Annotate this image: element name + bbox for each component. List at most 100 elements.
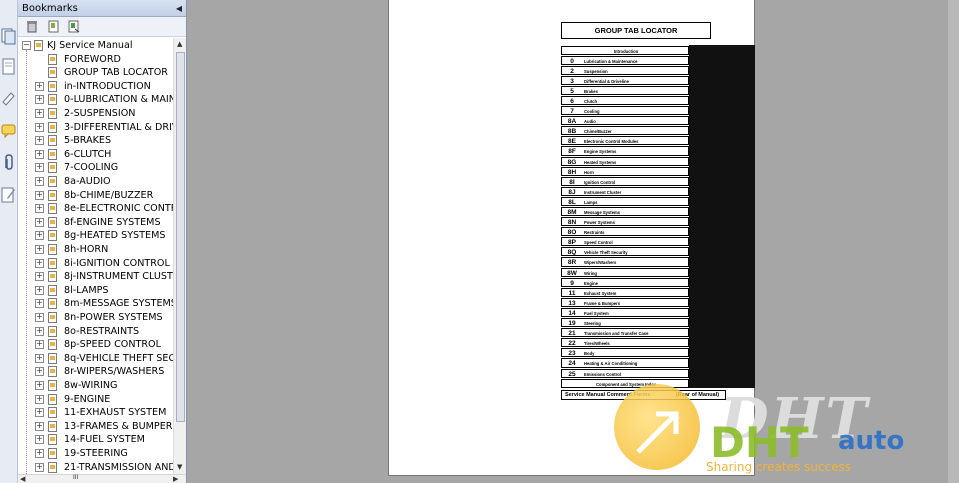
- group-tab-row[interactable]: 5 Brakes: [561, 85, 756, 96]
- expand-node-icon[interactable]: +: [35, 136, 44, 146]
- group-tab-row[interactable]: 25 Emissions Control: [561, 368, 756, 379]
- delete-bookmark-icon[interactable]: [26, 20, 38, 33]
- bookmark-item[interactable]: +8h-HORN: [18, 243, 173, 257]
- expand-node-icon[interactable]: +: [35, 299, 44, 309]
- group-tab-row[interactable]: 8G Heated Systems: [561, 156, 756, 167]
- group-tab-row[interactable]: 19 Steering: [561, 317, 756, 328]
- expand-node-icon[interactable]: +: [35, 367, 44, 377]
- expand-node-icon[interactable]: +: [35, 462, 44, 472]
- group-tab-row[interactable]: 8R Wipers/Washers: [561, 256, 756, 268]
- hscroll-thumb-grip[interactable]: III: [73, 474, 78, 481]
- expand-node-icon[interactable]: +: [35, 245, 44, 254]
- group-tab-row[interactable]: 21 Transmission and Transfer Case: [561, 327, 756, 338]
- group-tab-row[interactable]: 8B Chime/Buzzer: [561, 125, 756, 136]
- bookmark-item[interactable]: +8p-SPEED CONTROL: [18, 338, 173, 352]
- expand-node-icon[interactable]: +: [35, 149, 44, 159]
- group-tab-row[interactable]: 23 Body: [561, 347, 756, 358]
- scroll-left-icon[interactable]: ◀: [20, 475, 25, 483]
- bookmark-item[interactable]: +8n-POWER SYSTEMS: [18, 311, 173, 325]
- pages-icon[interactable]: [1, 28, 16, 45]
- group-tab-row[interactable]: 8W Wiring: [561, 267, 756, 278]
- new-bookmark-icon[interactable]: [48, 20, 60, 33]
- group-tab-row[interactable]: 9 Engine: [561, 277, 756, 288]
- expand-node-icon[interactable]: +: [35, 340, 44, 350]
- bookmark-item[interactable]: +8w-WIRING: [18, 379, 173, 393]
- scrollbar-thumb[interactable]: [176, 52, 185, 422]
- group-tab-row[interactable]: 14 Fuel System: [561, 307, 756, 318]
- group-tab-row[interactable]: 8J Instrument Cluster: [561, 186, 756, 197]
- bookmark-item[interactable]: +8b-CHIME/BUZZER: [18, 189, 173, 203]
- expand-node-icon[interactable]: +: [35, 258, 44, 268]
- bookmarks-vertical-scrollbar[interactable]: ▲ ▼: [173, 38, 186, 474]
- bookmark-item[interactable]: +6-CLUTCH: [18, 148, 173, 162]
- signatures-icon[interactable]: [1, 90, 16, 107]
- expand-node-icon[interactable]: +: [35, 421, 44, 431]
- bookmark-item[interactable]: +8g-HEATED SYSTEMS: [18, 229, 173, 243]
- bookmark-item[interactable]: +8q-VEHICLE THEFT SECUR: [18, 352, 173, 366]
- bookmark-item[interactable]: +9-ENGINE: [18, 393, 173, 407]
- bookmark-item[interactable]: +8m-MESSAGE SYSTEMS: [18, 297, 173, 311]
- group-tab-row[interactable]: 7 Cooling: [561, 105, 756, 116]
- bookmarks-horizontal-scrollbar[interactable]: ◀ III ▶: [18, 474, 186, 483]
- group-tab-row[interactable]: 8A Audio: [561, 115, 756, 126]
- group-tab-row[interactable]: 8P Speed Control: [561, 236, 756, 247]
- bookmark-item[interactable]: +8f-ENGINE SYSTEMS: [18, 216, 173, 230]
- expand-node-icon[interactable]: +: [35, 109, 44, 118]
- group-tab-row[interactable]: 6 Clutch: [561, 95, 756, 106]
- expand-node-icon[interactable]: +: [35, 204, 44, 214]
- expand-node-icon[interactable]: +: [35, 353, 44, 363]
- group-tab-row[interactable]: 11 Exhaust System: [561, 287, 756, 298]
- expand-node-icon[interactable]: +: [35, 217, 44, 227]
- bookmark-item[interactable]: +14-FUEL SYSTEM: [18, 433, 173, 447]
- bookmark-item[interactable]: + in-INTRODUCTION: [18, 80, 173, 94]
- expand-node-icon[interactable]: +: [35, 381, 44, 390]
- bookmark-item[interactable]: +8o-RESTRAINTS: [18, 325, 173, 339]
- expand-node-icon[interactable]: +: [35, 122, 44, 132]
- comments-icon[interactable]: [1, 122, 16, 139]
- group-tab-row[interactable]: 2 Suspension: [561, 65, 756, 76]
- bookmark-item[interactable]: +8e-ELECTRONIC CONTROL: [18, 202, 173, 216]
- bookmark-item[interactable]: +8l-LAMPS: [18, 284, 173, 298]
- group-tab-row[interactable]: 0 Lubrication & Maintenance: [561, 55, 756, 66]
- attachments-icon[interactable]: [1, 58, 16, 75]
- bookmark-item[interactable]: +7-COOLING: [18, 161, 173, 175]
- group-tab-row[interactable]: 24 Heating & Air Conditioning: [561, 357, 756, 368]
- group-tab-row[interactable]: 8L Lamps: [561, 196, 756, 207]
- expand-node-icon[interactable]: +: [35, 231, 44, 241]
- group-tab-row[interactable]: 8N Power Systems: [561, 216, 756, 227]
- edit-icon[interactable]: [1, 186, 16, 203]
- expand-node-icon[interactable]: +: [35, 394, 44, 404]
- expand-node-icon[interactable]: +: [35, 285, 44, 295]
- group-tab-row[interactable]: 8E Electronic Control Modules: [561, 135, 756, 146]
- group-tab-row[interactable]: 8M Message Systems: [561, 206, 756, 217]
- bookmark-item[interactable]: +8j-INSTRUMENT CLUSTER: [18, 270, 173, 284]
- group-tab-row[interactable]: Component and System Index: [561, 378, 756, 389]
- group-tab-row[interactable]: 13 Frame & Bumpers: [561, 297, 756, 308]
- scroll-down-icon[interactable]: ▼: [177, 463, 182, 471]
- expand-node-icon[interactable]: +: [35, 326, 44, 336]
- group-tab-row[interactable]: 8I Ignition Control: [561, 176, 756, 187]
- bookmark-item[interactable]: GROUP TAB LOCATOR: [18, 66, 173, 80]
- bookmark-item[interactable]: +11-EXHAUST SYSTEM: [18, 406, 173, 420]
- scroll-right-icon[interactable]: ▶: [173, 475, 178, 483]
- bookmark-root[interactable]: − KJ Service Manual: [18, 39, 173, 53]
- bookmark-item[interactable]: +5-BRAKES: [18, 134, 173, 148]
- expand-node-icon[interactable]: +: [35, 95, 44, 105]
- group-tab-row[interactable]: Introduction: [561, 45, 756, 56]
- collapse-node-icon[interactable]: −: [22, 41, 31, 50]
- bookmark-item[interactable]: +19-STEERING: [18, 447, 173, 461]
- bookmark-item[interactable]: +3-DIFFERENTIAL & DRIVEL: [18, 121, 173, 135]
- group-tab-row[interactable]: 8H Horn: [561, 166, 756, 177]
- expand-node-icon[interactable]: +: [35, 81, 44, 91]
- expand-node-icon[interactable]: +: [35, 408, 44, 418]
- group-tab-row[interactable]: 22 Tires/Wheels: [561, 337, 756, 348]
- group-tab-row[interactable]: 8F Engine Systems: [561, 145, 756, 157]
- bookmark-item[interactable]: +13-FRAMES & BUMPERS: [18, 420, 173, 434]
- expand-node-icon[interactable]: +: [35, 190, 44, 200]
- expand-node-icon[interactable]: +: [35, 313, 44, 322]
- expand-node-icon[interactable]: +: [35, 435, 44, 445]
- expand-node-icon[interactable]: +: [35, 272, 44, 282]
- paperclip-icon[interactable]: [1, 154, 16, 171]
- expand-bookmark-icon[interactable]: [68, 20, 80, 33]
- scroll-up-icon[interactable]: ▲: [177, 40, 182, 48]
